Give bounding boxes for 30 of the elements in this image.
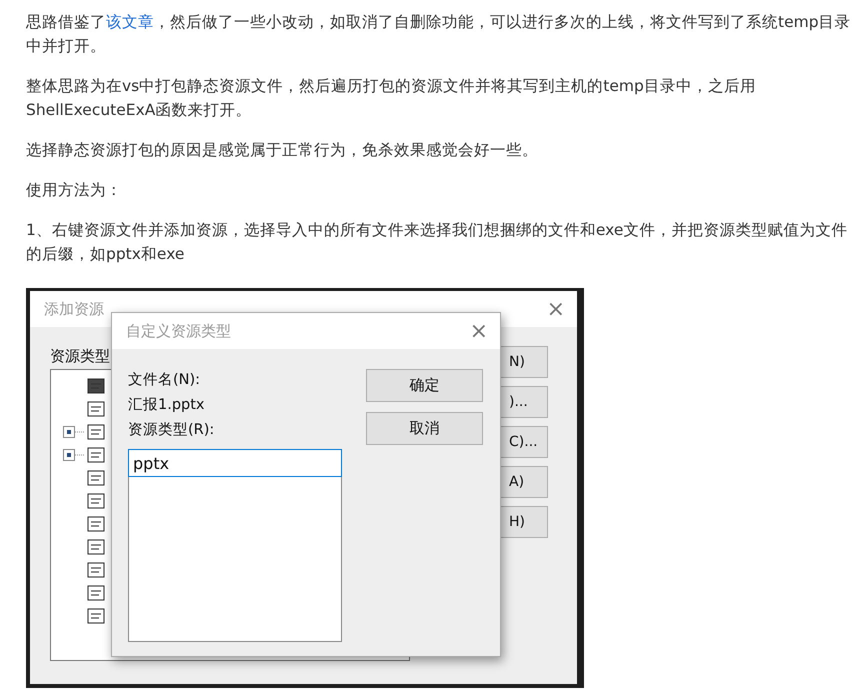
resource-icon (87, 584, 105, 600)
resource-icon (87, 538, 105, 554)
article-link[interactable]: 该文章 (106, 13, 154, 31)
field-label: 资源类型(R): (128, 421, 216, 440)
paragraph: 选择静态资源打包的原因是感觉属于正常行为，免杀效果感觉会好一些。 (26, 140, 538, 161)
dialog-button[interactable]: 取消 (366, 412, 483, 445)
paragraph: 使用方法为： (26, 180, 122, 201)
resource-icon (87, 516, 105, 532)
dialog-title: 自定义资源类型 (126, 322, 231, 340)
expand-icon[interactable] (63, 426, 85, 438)
resource-icon (87, 492, 105, 508)
resource-icon (87, 378, 105, 394)
resource-icon (87, 608, 105, 624)
close-button[interactable]: × (546, 296, 565, 322)
field-label: 文件名(N): (128, 371, 202, 390)
dialog-button[interactable]: 确定 (366, 369, 483, 402)
resource-icon (87, 562, 105, 578)
paragraph: 整体思路为在vs中打包静态资源文件，然后遍历打包的资源文件并将其写到主机的temp目录中，之后用 ShellExecuteExA函数来打开。 (26, 76, 756, 121)
close-button[interactable]: × (470, 318, 488, 344)
field-label: 资源类型 (50, 347, 110, 366)
paragraph: 思路借鉴了该文章，然后做了一些小改动，如取消了自删除功能，可以进行多次的上线，将文件写到了系统temp目录 中并打开。 (26, 12, 851, 57)
dialog-title: 添加资源 (44, 300, 104, 318)
paragraph: 1、右键资源文件并添加资源，选择导入中的所有文件来选择我们想捆绑的文件和exe文件，并把资源类型赋值为文件 的后缀，如pptx和exe (26, 220, 848, 265)
expand-icon[interactable] (63, 448, 85, 460)
resource-icon (87, 400, 105, 416)
resource-icon (87, 424, 105, 440)
resource-icon (87, 470, 105, 486)
resource-icon (87, 446, 105, 462)
resource-type-field[interactable]: pptx (128, 449, 342, 477)
file-name: 汇报1.pptx (128, 396, 206, 415)
